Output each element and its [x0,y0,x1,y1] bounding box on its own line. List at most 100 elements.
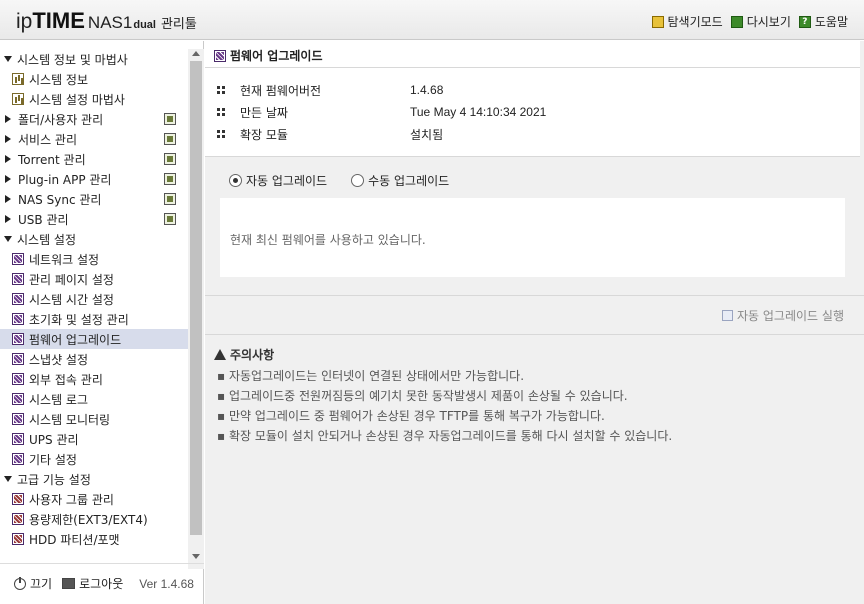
sidebar-item[interactable]: NAS Sync 관리 [0,189,188,209]
logout-button[interactable]: 로그아웃 [79,575,123,592]
sidebar-item-label: 관리 페이지 설정 [29,272,114,287]
scroll-down-arrow[interactable] [192,554,200,559]
caret-right-icon [5,115,11,123]
sidebar-item-label: 시스템 정보 [29,72,89,87]
refresh-link[interactable]: 다시보기 [730,13,791,30]
gear-icon [12,273,24,285]
notice-text: 만약 업그레이드 중 펌웨어가 손상된 경우 TFTP를 통해 복구가 가능합니… [228,409,605,423]
scroll-thumb[interactable] [190,61,202,535]
logo-model: NAS1 [87,13,133,32]
sidebar-item[interactable]: 사용자 그룹 관리 [0,489,188,509]
upgrade-mode-radios: 자동 업그레이드 수동 업그레이드 [229,172,449,189]
sidebar-item[interactable]: 초기화 및 설정 관리 [0,309,188,329]
radio-auto-label: 자동 업그레이드 [246,174,328,188]
radio-auto-dot[interactable] [229,174,242,187]
gear-icon [12,453,24,465]
sidebar-footer: 끄기 로그아웃 Ver 1.4.68 [0,563,204,603]
gear-red-icon [12,513,24,525]
sidebar-item[interactable]: 시스템 설정 마법사 [0,89,188,109]
notice-item: ▪ 만약 업그레이드 중 펌웨어가 손상된 경우 TFTP를 통해 복구가 가능… [217,409,605,423]
sidebar-item-label: 사용자 그룹 관리 [29,492,114,507]
sidebar-item-label: 스냅샷 설정 [29,352,89,367]
power-icon [14,576,26,590]
info-label: 현재 펌웨어버전 [240,83,322,98]
sidebar-item[interactable]: 시스템 시간 설정 [0,289,188,309]
caret-down-icon [4,476,12,482]
sidebar-item[interactable]: HDD 파티션/포맷 [0,529,188,549]
notice-text: 업그레이드중 전원꺼짐등의 예기치 못한 동작발생시 제품이 손상될 수 있습니… [228,389,628,403]
gear-icon [12,353,24,365]
explorer-mode-link[interactable]: 탐색기모드 [651,13,723,30]
sidebar-menu: 시스템 정보 및 마법사시스템 정보시스템 설정 마법사폴더/사용자 관리서비스… [0,49,188,599]
status-message: 현재 최신 펌웨어를 사용하고 있습니다. [230,233,426,247]
sidebar-item[interactable]: 고급 기능 설정 [0,469,188,489]
sidebar-item-label: 시스템 모니터링 [29,412,111,427]
run-auto-upgrade-button[interactable]: 자동 업그레이드 실행 [722,307,844,324]
sidebar-item[interactable]: 시스템 설정 [0,229,188,249]
radio-auto-upgrade[interactable]: 자동 업그레이드 [229,172,327,189]
bullet-icon [217,85,226,95]
caret-right-icon [5,135,11,143]
sidebar-item-label: 시스템 로그 [29,392,89,407]
sidebar-item[interactable]: USB 관리 [0,209,188,229]
sidebar-item-label: 시스템 설정 [17,232,77,247]
help-link[interactable]: ? 도움말 [798,13,848,30]
logo-dual: dual [133,19,156,31]
sidebar-item[interactable]: UPS 관리 [0,429,188,449]
gear-icon [12,373,24,385]
help-icon: ? [798,15,811,28]
sidebar-item[interactable]: 폴더/사용자 관리 [0,109,188,129]
info-value: 설치됨 [410,127,444,142]
explorer-icon [651,15,664,28]
sidebar-item[interactable]: Plug-in APP 관리 [0,169,188,189]
bullet-icon [217,129,226,139]
sync-icon [164,193,176,205]
sidebar-item[interactable]: Torrent 관리 [0,149,188,169]
main-content: 펌웨어 업그레이드 현재 펌웨어버전 1.4.68 만든 날짜 Tue May … [205,41,864,604]
sidebar-item[interactable]: 네트워크 설정 [0,249,188,269]
sidebar-item-label: 펌웨어 업그레이드 [29,332,122,347]
sidebar-item[interactable]: 시스템 모니터링 [0,409,188,429]
top-links: 탐색기모드 다시보기 ? 도움말 [651,13,848,30]
sidebar-item-label: USB 관리 [18,212,69,227]
sidebar-item[interactable]: 서비스 관리 [0,129,188,149]
sidebar-item-label: 네트워크 설정 [29,252,100,267]
app-logo: ip TIME NAS1 dual 관리툴 [16,8,197,33]
sidebar-item[interactable]: 시스템 로그 [0,389,188,409]
radio-manual-upgrade[interactable]: 수동 업그레이드 [351,172,449,189]
sidebar-item-label: Torrent 관리 [18,152,86,167]
sidebar-item[interactable]: 시스템 정보 및 마법사 [0,49,188,69]
radio-manual-dot[interactable] [351,174,365,187]
torrent-icon [164,153,176,165]
sidebar-item[interactable]: 기타 설정 [0,449,188,469]
sidebar-item-label: 고급 기능 설정 [17,472,91,487]
sidebar-item[interactable]: 외부 접속 관리 [0,369,188,389]
caret-right-icon [5,215,11,223]
power-off-button[interactable]: 끄기 [30,575,52,592]
info-label: 확장 모듈 [240,127,288,142]
sidebar-scrollbar[interactable] [188,49,204,569]
sidebar-item-label: 서비스 관리 [18,132,78,147]
service-icon [164,133,176,145]
caret-down-icon [4,236,12,242]
warning-icon [214,349,226,360]
sidebar-item-label: 기타 설정 [29,452,77,467]
divider [205,334,864,335]
info-label: 만든 날짜 [240,105,288,120]
scroll-up-arrow[interactable] [192,51,200,56]
folder-user-icon [164,113,176,125]
sidebar-item[interactable]: 펌웨어 업그레이드 [0,329,188,349]
sidebar-item-label: 시스템 설정 마법사 [29,92,125,107]
header-bar: ip TIME NAS1 dual 관리툴 탐색기모드 다시보기 ? 도움말 [0,0,864,40]
notice-item: ▪ 확장 모듈이 설치 안되거나 손상된 경우 자동업그레이드를 통해 다시 설… [217,429,673,443]
panel-divider [205,67,860,68]
page-title-text: 펌웨어 업그레이드 [230,49,323,63]
refresh-label: 다시보기 [746,15,791,29]
caret-right-icon [5,155,11,163]
sidebar-item[interactable]: 관리 페이지 설정 [0,269,188,289]
info-row-extension: 확장 모듈 설치됨 [217,126,443,142]
gear-icon [12,253,24,265]
sidebar-item[interactable]: 시스템 정보 [0,69,188,89]
sidebar-item[interactable]: 용량제한(EXT3/EXT4) [0,509,188,529]
sidebar-item[interactable]: 스냅샷 설정 [0,349,188,369]
